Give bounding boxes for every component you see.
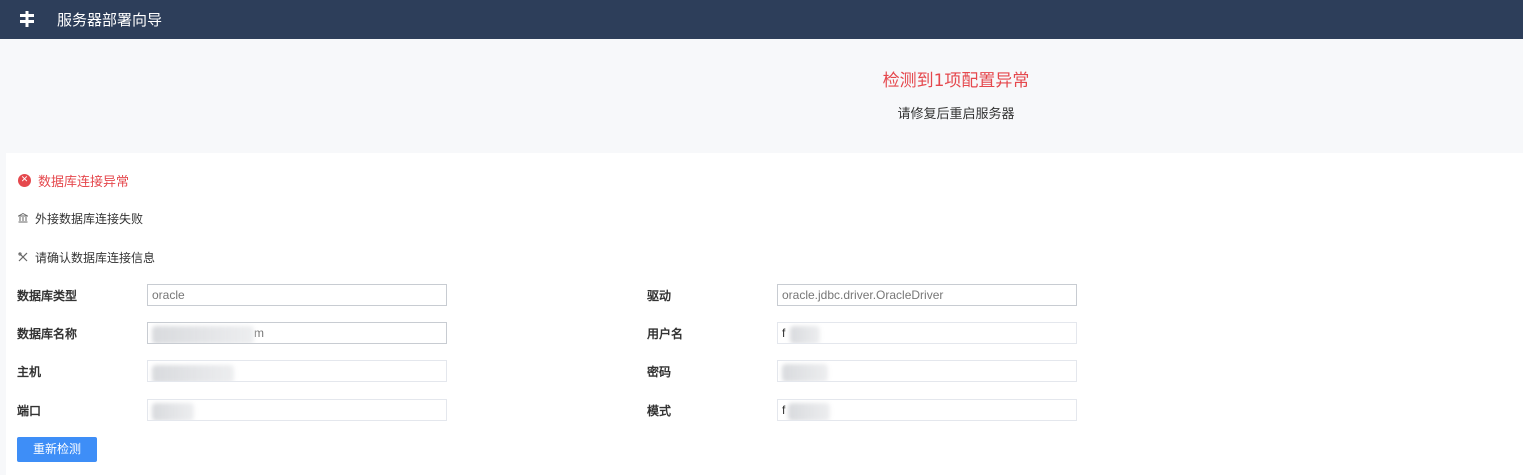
db-name-value: m <box>254 326 264 340</box>
tools-icon <box>18 252 28 262</box>
recheck-button[interactable]: 重新检测 <box>17 437 97 462</box>
redaction-mask <box>790 326 820 343</box>
bank-icon <box>18 213 28 223</box>
error-heading: ✕ 数据库连接异常 <box>18 171 130 190</box>
schema-value: f <box>782 403 786 417</box>
schema-label: 模式 <box>647 404 672 418</box>
summary-title: 检测到1项配置异常 <box>882 71 1030 91</box>
db-type-field[interactable]: oracle <box>147 284 447 306</box>
port-field[interactable] <box>147 399 447 421</box>
left-gutter <box>0 153 6 475</box>
password-field[interactable] <box>777 360 1077 382</box>
username-label: 用户名 <box>647 327 684 341</box>
schema-field[interactable]: f <box>777 399 1077 421</box>
host-label: 主机 <box>17 365 42 379</box>
password-label: 密码 <box>647 365 672 379</box>
db-name-label: 数据库名称 <box>17 327 78 341</box>
username-value: f <box>782 326 786 340</box>
redaction-mask <box>152 365 234 381</box>
username-field[interactable]: f <box>777 322 1077 344</box>
redaction-mask <box>152 403 194 420</box>
wizard-logo-icon <box>20 11 34 27</box>
top-bar: 服务器部署向导 <box>0 0 1523 39</box>
port-label: 端口 <box>17 404 42 418</box>
driver-label: 驱动 <box>647 289 672 303</box>
error-message: 外接数据库连接失败 <box>35 211 144 226</box>
summary-banner: 检测到1项配置异常 请修复后重启服务器 <box>0 39 1523 153</box>
driver-field[interactable]: oracle.jdbc.driver.OracleDriver <box>777 284 1077 306</box>
redaction-mask <box>152 326 254 343</box>
summary-subtitle: 请修复后重启服务器 <box>897 107 1015 122</box>
error-hint-line: 请确认数据库连接信息 <box>18 248 155 266</box>
db-type-label: 数据库类型 <box>17 289 78 303</box>
db-name-field[interactable]: m <box>147 322 447 344</box>
redaction-mask <box>782 364 828 381</box>
redaction-mask <box>788 403 830 420</box>
host-field[interactable] <box>147 360 447 382</box>
app-title: 服务器部署向导 <box>57 11 163 29</box>
error-icon: ✕ <box>18 173 31 187</box>
error-hint: 请确认数据库连接信息 <box>35 250 156 265</box>
error-message-line: 外接数据库连接失败 <box>18 209 143 227</box>
error-title: 数据库连接异常 <box>38 174 130 190</box>
